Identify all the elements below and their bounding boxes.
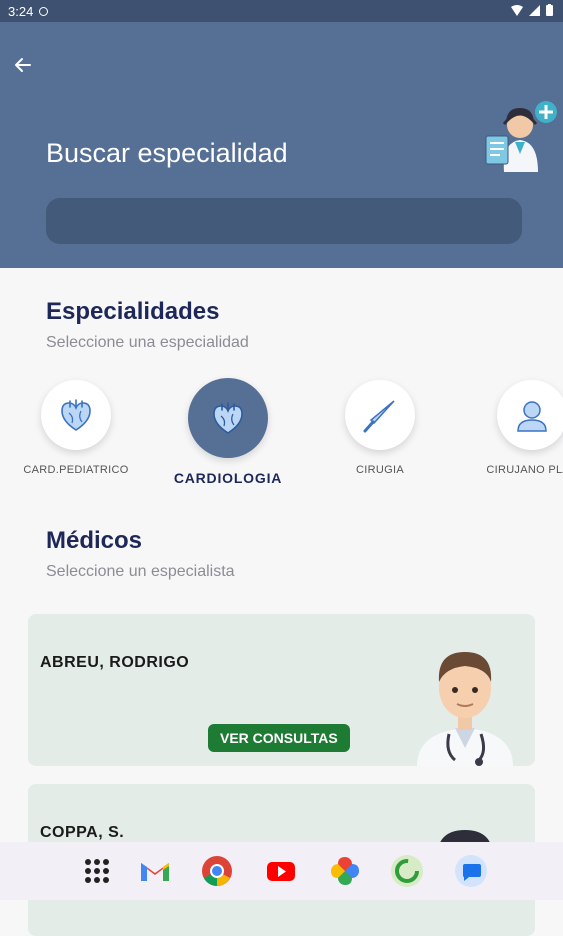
scalpel-icon (363, 400, 395, 433)
apps-grid-icon[interactable] (80, 854, 114, 888)
taskbar (0, 842, 563, 900)
specialty-circle[interactable] (345, 380, 415, 450)
specialty-label: CIRUJANO PLAS (486, 464, 563, 476)
specialties-heading: Especialidades (46, 298, 220, 325)
specialty-card-pediatrico[interactable]: CARD.PEDIATRICO (6, 380, 146, 476)
back-arrow-icon[interactable] (12, 54, 34, 76)
chrome-icon[interactable] (200, 854, 234, 888)
specialties-subtitle: Seleccione una especialidad (46, 334, 249, 351)
messages-icon[interactable] (454, 854, 488, 888)
doctor-name: ABREU, RODRIGO (40, 654, 190, 671)
doctor-card[interactable]: ABREU, RODRIGO VER CONSULTAS (28, 614, 535, 766)
doctors-heading: Médicos (46, 527, 143, 554)
heart-icon (61, 399, 91, 431)
photos-icon[interactable] (328, 854, 362, 888)
youtube-icon[interactable] (264, 854, 298, 888)
status-bar: 3:24 (0, 0, 563, 22)
person-icon (517, 401, 547, 432)
battery-icon (546, 4, 553, 16)
search-input[interactable] (46, 198, 522, 244)
specialty-circle[interactable] (41, 380, 111, 450)
status-time: 3:24 (8, 3, 34, 19)
wifi-icon (511, 4, 523, 16)
signal-icon (529, 4, 540, 16)
heart-icon (213, 402, 243, 434)
gmail-icon[interactable] (138, 854, 172, 888)
specialty-label: CARD.PEDIATRICO (23, 464, 129, 476)
sync-icon (39, 6, 49, 16)
header: Buscar especialidad (0, 22, 563, 268)
app-ring-icon[interactable] (390, 854, 424, 888)
doctor-avatar-icon (417, 652, 513, 766)
specialty-label-selected: CARDIOLOGIA (173, 470, 283, 486)
view-consultations-button[interactable]: VER CONSULTAS (208, 724, 350, 752)
page-title: Buscar especialidad (46, 138, 288, 168)
specialty-circle[interactable] (497, 380, 563, 450)
specialty-card-cirujano-plastico[interactable]: CIRUJANO PLAS (462, 380, 563, 476)
doctor-name: COPPA, S. (40, 824, 125, 841)
specialty-circle-selected[interactable] (188, 378, 268, 458)
specialty-card-cirugia[interactable]: CIRUGIA (310, 380, 450, 476)
doctors-subtitle: Seleccione un especialista (46, 563, 235, 580)
specialty-card-cardiologia[interactable]: CARDIOLOGIA (158, 378, 298, 486)
doctor-illustration-icon (485, 101, 557, 172)
specialty-label: CIRUGIA (356, 464, 404, 476)
